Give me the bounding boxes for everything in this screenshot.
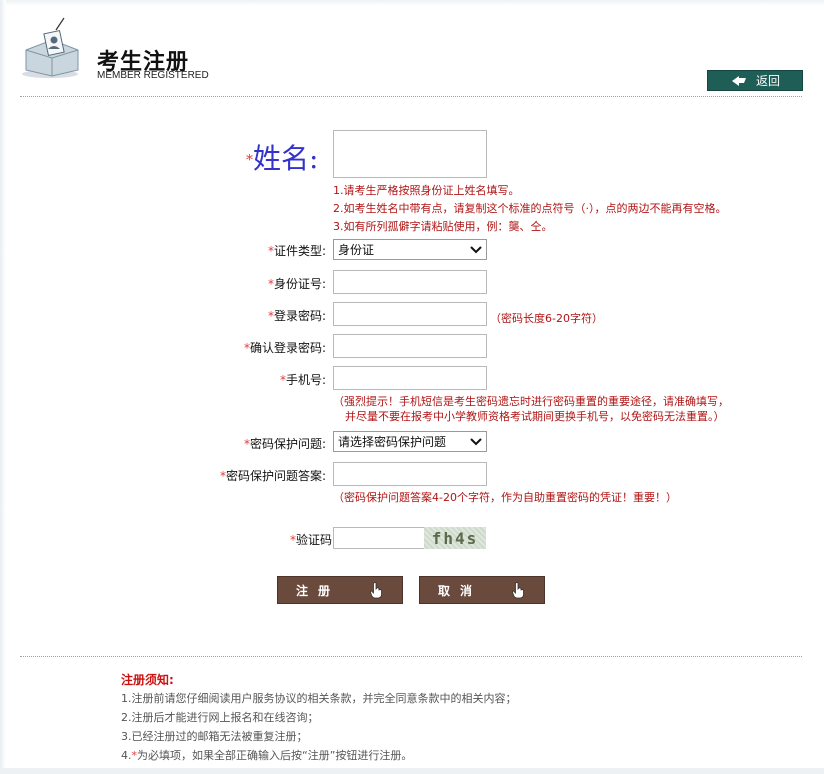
password-confirm-input[interactable] — [333, 334, 487, 358]
notice-item-1: 1.注册前请您仔细阅读用户服务协议的相关条款，并完全同意条款中的相关内容； — [121, 692, 517, 705]
password-confirm-label: *确认登录密码: — [244, 339, 326, 356]
name-label-text: 姓名: — [253, 142, 319, 175]
security-question-select[interactable]: 请选择密码保护问题 — [333, 431, 487, 452]
name-tip-3: 3.如有所列孤僻字请粘贴使用，例：龑、仝。 — [333, 220, 553, 233]
phone-label-text: 手机号: — [285, 373, 326, 387]
password-label-text: 登录密码: — [273, 309, 326, 323]
footer-divider — [20, 656, 802, 657]
id-type-select[interactable]: 身份证 — [333, 239, 487, 260]
name-label: *姓名: — [246, 137, 318, 177]
page-subtitle: MEMBER REGISTERED — [97, 70, 209, 81]
security-question-label-text: 密码保护问题: — [249, 437, 326, 451]
notice-item-4-text: 为必填项，如果全部正确输入后按“注册”按钮进行注册。 — [137, 749, 413, 762]
security-question-label: *密码保护问题: — [244, 435, 326, 452]
frame-top — [0, 0, 824, 6]
header-divider — [20, 96, 802, 97]
frame-left — [0, 0, 6, 774]
password-confirm-label-text: 确认登录密码: — [249, 341, 326, 355]
cancel-button[interactable]: 取消 — [419, 576, 545, 604]
back-arrow-icon — [731, 75, 746, 86]
chevron-down-icon — [470, 246, 482, 254]
notice-item-2: 2.注册后才能进行网上报名和在线咨询； — [121, 711, 319, 724]
captcha-label-text: 验证码 — [295, 533, 332, 547]
phone-tip-line-1: （强烈提示！手机短信是考生密码遗忘时进行密码重置的重要途径，请准确填写， — [333, 395, 729, 408]
id-type-label: *证件类型: — [268, 242, 326, 259]
password-label: *登录密码: — [268, 307, 326, 324]
register-button-label: 注册 — [295, 583, 340, 598]
required-mark: * — [246, 152, 253, 169]
phone-label: *手机号: — [280, 371, 326, 388]
phone-input[interactable] — [333, 366, 487, 390]
id-type-selected: 身份证 — [338, 243, 375, 257]
notice-item-4: 4.*为必填项，如果全部正确输入后按“注册”按钮进行注册。 — [121, 747, 412, 763]
password-tip: （密码长度6-20字符） — [490, 312, 603, 325]
name-tip-2: 2.如考生姓名中带有点，请复制这个标准的点符号（·），点的两边不能再有空格。 — [333, 202, 727, 215]
cancel-button-label: 取消 — [437, 583, 482, 598]
name-tip-1: 1.请考生严格按照身份证上姓名填写。 — [333, 184, 520, 197]
captcha-label: *验证码 — [290, 531, 332, 548]
id-number-label-text: 身份证号: — [273, 277, 326, 291]
pointer-hand-icon — [370, 582, 382, 599]
password-input[interactable] — [333, 302, 487, 326]
notice-title: 注册须知: — [121, 673, 174, 687]
notice-item-4-prefix: 4. — [121, 749, 132, 762]
name-input[interactable] — [333, 130, 487, 178]
security-question-selected: 请选择密码保护问题 — [338, 435, 447, 449]
pointer-hand-icon — [512, 582, 524, 599]
frame-bottom — [0, 768, 824, 774]
security-answer-label-text: 密码保护问题答案: — [225, 469, 326, 483]
captcha-input[interactable] — [333, 527, 425, 549]
register-button[interactable]: 注册 — [277, 576, 403, 604]
captcha-image[interactable]: fh4s — [424, 527, 486, 549]
back-button[interactable]: 返回 — [707, 70, 803, 91]
id-number-input[interactable] — [333, 270, 487, 294]
back-button-label: 返回 — [755, 74, 780, 88]
id-type-label-text: 证件类型: — [273, 244, 326, 258]
security-answer-label: *密码保护问题答案: — [220, 467, 326, 484]
register-logo-icon — [20, 16, 84, 80]
id-number-label: *身份证号: — [268, 275, 326, 292]
chevron-down-icon — [470, 438, 482, 446]
security-answer-tip: （密码保护问题答案4-20个字符，作为自助重置密码的凭证！重要！） — [333, 491, 677, 504]
security-answer-input[interactable] — [333, 462, 487, 486]
phone-tip-line-2: 并尽量不要在报考中小学教师资格考试期间更换手机号，以免密码无法重置。） — [345, 410, 725, 423]
notice-item-3: 3.已经注册过的邮箱无法被重复注册； — [121, 730, 308, 743]
